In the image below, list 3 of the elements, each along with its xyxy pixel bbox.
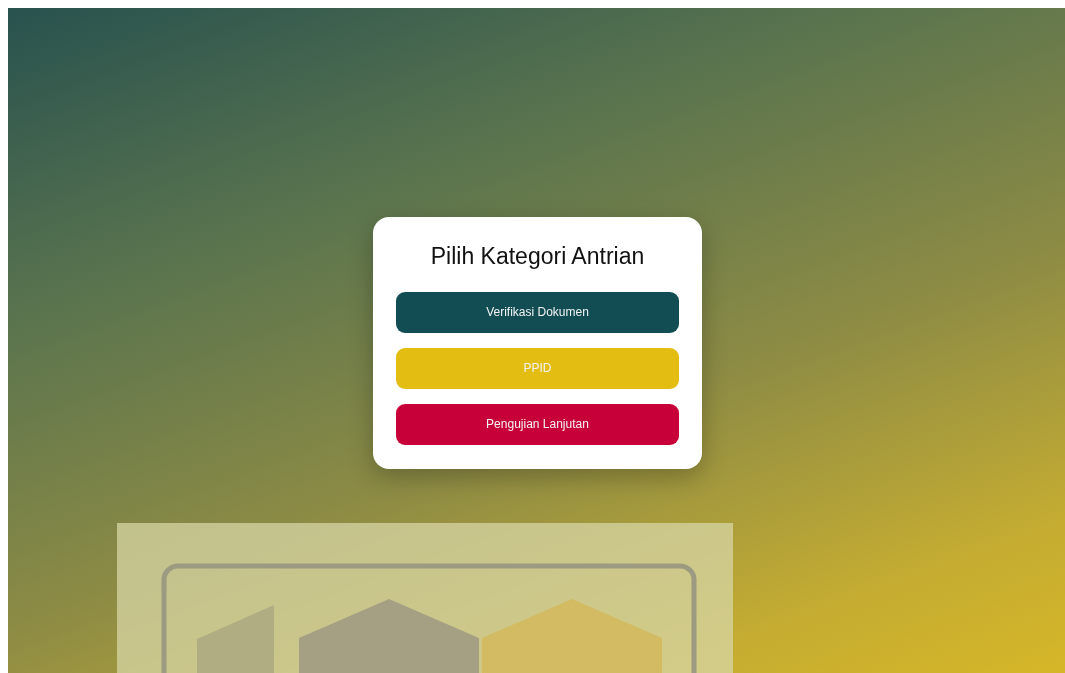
category-button[interactable]: Pengujian Lanjutan: [396, 403, 679, 445]
dialog-title: Pilih Kategori Antrian: [429, 241, 646, 271]
category-button[interactable]: Verifikasi Dokumen: [396, 291, 679, 333]
